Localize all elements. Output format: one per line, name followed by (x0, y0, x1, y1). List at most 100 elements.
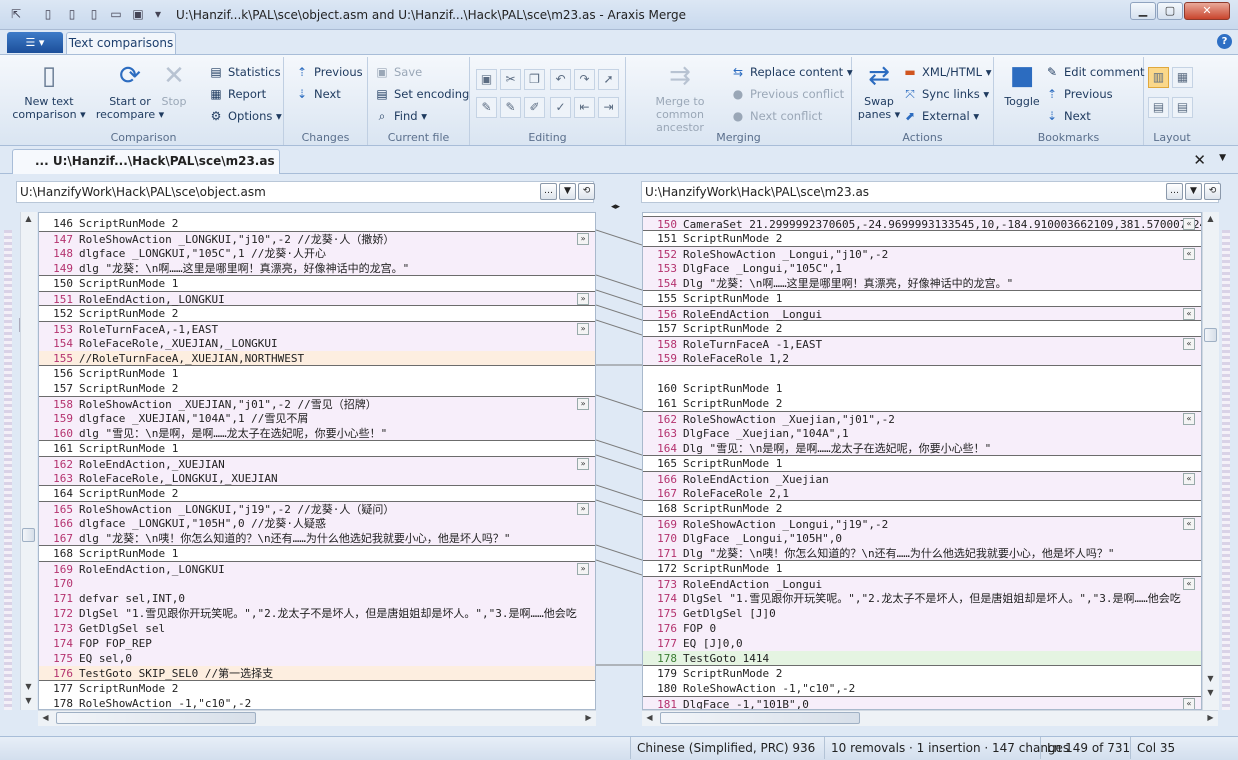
copy-left-icon[interactable]: « (1183, 578, 1195, 590)
copy-left-icon[interactable]: « (1183, 338, 1195, 350)
options-button[interactable]: ⚙ Options ▾ (208, 107, 282, 125)
sync-links-button[interactable]: ⤧ Sync links ▾ (902, 85, 989, 103)
code-line[interactable]: 161 ScriptRunMode 1 (39, 441, 595, 456)
code-line[interactable]: 152 RoleShowAction _Longui,"j10",-2 « (643, 246, 1201, 261)
code-line[interactable]: 159 dlgface _XUEJIAN,"104A",1 //雪见不屑 (39, 411, 595, 426)
right-browse-button[interactable]: … (1166, 183, 1183, 200)
toggle-bookmark-button[interactable]: ■ Toggle (998, 60, 1046, 108)
code-line[interactable]: 171 Dlg "龙葵：\n咦！你怎么知道的？\n还有……为什么他选妃我就要小心，… (643, 546, 1201, 561)
code-line[interactable]: 165 ScriptRunMode 1 (643, 456, 1201, 471)
code-line[interactable]: 155 //RoleTurnFaceA,_XUEJIAN,NORTHWEST (39, 351, 595, 366)
code-line[interactable]: 151 ScriptRunMode 2 (643, 231, 1201, 246)
code-line[interactable]: 165 RoleShowAction _LONGKUI,"j19",-2 //龙葵… (39, 501, 595, 516)
help-icon[interactable]: ? (1217, 34, 1232, 49)
copy-right-icon[interactable]: » (577, 503, 589, 515)
code-line[interactable]: 179 ScriptRunMode 2 (643, 666, 1201, 681)
paste-icon[interactable]: ▣ (476, 69, 497, 90)
new-file-icon[interactable]: ▯ (40, 6, 56, 22)
code-line[interactable]: 174 DlgSel "1.雪见跟你开玩笑呢。","2.龙太子不是坏人，但是唐姐姐… (643, 591, 1201, 606)
layout-side-by-side-icon[interactable]: ▥ (1148, 67, 1169, 88)
copy-left-icon[interactable]: « (1183, 518, 1195, 530)
code-line[interactable]: 167 dlg "龙葵：\n咦！你怎么知道的？\n还有……为什么他选妃我就要小心，… (39, 531, 595, 546)
right-vertical-scrollbar[interactable]: ▲ ▼ ▼ (1202, 212, 1219, 710)
open-folder-icon[interactable]: ▭ (108, 6, 124, 22)
code-line[interactable]: 152 ScriptRunMode 2 (39, 306, 595, 321)
copy-left-icon[interactable]: « (1183, 698, 1195, 709)
close-button[interactable]: ✕ (1184, 2, 1230, 20)
code-line[interactable]: 157 ScriptRunMode 2 (39, 381, 595, 396)
left-file-path[interactable]: U:\HanzifyWork\Hack\PAL\sce\object.asm (16, 181, 594, 203)
code-line[interactable]: 160 ScriptRunMode 1 (643, 381, 1201, 396)
code-line[interactable]: 154 RoleFaceRole,_XUEJIAN,_LONGKUI (39, 336, 595, 351)
indent-left-icon[interactable]: ⇤ (574, 97, 595, 118)
code-line[interactable]: 180 RoleShowAction -1,"c10",-2 (643, 681, 1201, 696)
code-line[interactable]: 166 dlgface _LONGKUI,"105H",0 //龙葵·人疑惑 (39, 516, 595, 531)
new-doc-icon[interactable]: ▯ (64, 6, 80, 22)
code-line[interactable]: 158 RoleShowAction _XUEJIAN,"j01",-2 //雪见… (39, 396, 595, 411)
code-line[interactable]: 168 ScriptRunMode 1 (39, 546, 595, 561)
stop-button[interactable]: ✕ Stop (156, 60, 192, 108)
code-line[interactable]: 154 Dlg "龙葵：\n啊……这里是哪里啊！真漂亮，好像神话中的龙宫。" (643, 276, 1201, 291)
code-line[interactable]: 151 RoleEndAction,_LONGKUI » (39, 291, 595, 306)
previous-change-button[interactable]: ⇡ Previous (294, 63, 363, 81)
copy-right-icon[interactable]: » (577, 398, 589, 410)
report-button[interactable]: ▦ Report (208, 85, 266, 103)
new-folder-doc-icon[interactable]: ▯ (86, 6, 102, 22)
right-text-pane[interactable]: 150 CameraSet 21.2999992370605,-24.969999… (642, 212, 1202, 710)
right-file-path[interactable]: U:\HanzifyWork\Hack\PAL\sce\m23.as (641, 181, 1219, 203)
code-line[interactable]: 170 (39, 576, 595, 591)
code-line[interactable]: 147 RoleShowAction _LONGKUI,"j10",-2 //龙葵… (39, 231, 595, 246)
copy-left-icon[interactable]: « (1183, 413, 1195, 425)
code-line[interactable]: 155 ScriptRunMode 1 (643, 291, 1201, 306)
left-text-pane[interactable]: 146 ScriptRunMode 2 147 RoleShowAction _LON… (38, 212, 596, 710)
pencil-icon[interactable]: ✎ (476, 97, 497, 118)
code-line[interactable]: 170 DlgFace _Longui,"105H",0 (643, 531, 1201, 546)
left-horizontal-scrollbar[interactable]: ◀ ▶ (38, 710, 596, 726)
left-vertical-scrollbar[interactable]: ▲ ▼ ▼ (20, 212, 37, 710)
code-line[interactable]: 169 RoleEndAction,_LONGKUI » (39, 561, 595, 576)
code-line[interactable]: 161 ScriptRunMode 2 (643, 396, 1201, 411)
document-tab[interactable]: ... U:\Hanzif...\Hack\PAL\sce\m23.as (12, 149, 280, 174)
layout-stacked-icon[interactable]: ▤ (1148, 97, 1169, 118)
code-line[interactable]: 146 ScriptRunMode 2 (39, 216, 595, 231)
code-line[interactable]: 149 dlg "龙葵：\n啊……这里是哪里啊！真漂亮，好像神话中的龙宫。" (39, 261, 595, 276)
code-line[interactable]: 181 DlgFace -1,"101B",0 « (643, 696, 1201, 709)
scroll-down-icon[interactable]: ▼ (21, 680, 36, 694)
code-line[interactable]: 172 DlgSel "1.雪见跟你开玩笑呢。","2.龙太子不是坏人，但是唐姐姐… (39, 606, 595, 621)
code-line[interactable]: 167 RoleFaceRole 2,1 (643, 486, 1201, 501)
maximize-button[interactable]: ▢ (1157, 2, 1183, 20)
code-line[interactable]: 173 RoleEndAction _Longui « (643, 576, 1201, 591)
code-line[interactable]: 168 ScriptRunMode 2 (643, 501, 1201, 516)
copy-right-icon[interactable]: » (577, 458, 589, 470)
save-quick-icon[interactable]: ▣ (130, 6, 146, 22)
statistics-button[interactable]: ▤ Statistics (208, 63, 280, 81)
set-encoding-button[interactable]: ▤ Set encoding (374, 85, 469, 103)
scroll-right-icon[interactable]: ▶ (581, 711, 596, 725)
next-change-button[interactable]: ⇣ Next (294, 85, 341, 103)
code-line[interactable]: 163 DlgFace _Xuejian,"104A",1 (643, 426, 1201, 441)
code-line[interactable]: 176 TestGoto SKIP_SEL0 //第一选择支 (39, 666, 595, 681)
replace-content-button[interactable]: ⇆ Replace content ▾ (730, 63, 853, 81)
code-line[interactable]: 164 Dlg "雪见：\n是啊，是啊……龙太子在选妃呢，你要小心些！" (643, 441, 1201, 456)
code-line[interactable]: 164 ScriptRunMode 2 (39, 486, 595, 501)
tab-text-comparisons[interactable]: Text comparisons (66, 32, 176, 55)
code-line[interactable]: 150 CameraSet 21.2999992370605,-24.969999… (643, 216, 1201, 231)
code-line[interactable]: 177 EQ [J]0,0 (643, 636, 1201, 651)
left-hscroll-thumb[interactable] (56, 712, 256, 724)
application-menu-button[interactable]: ☰ ▾ (7, 32, 63, 53)
right-hscroll-thumb[interactable] (660, 712, 860, 724)
code-line[interactable]: 174 FOP FOP_REP (39, 636, 595, 651)
copy-left-icon[interactable]: « (1183, 248, 1195, 260)
code-line[interactable]: 177 ScriptRunMode 2 (39, 681, 595, 696)
undo-icon[interactable]: ↶ (550, 69, 571, 90)
pencil-edit-icon[interactable]: ✎ (500, 97, 521, 118)
copy-right-icon[interactable]: » (577, 563, 589, 575)
code-line[interactable]: 153 DlgFace _Longui,"105C",1 (643, 261, 1201, 276)
left-vscroll-thumb[interactable] (22, 528, 35, 542)
select-cursor-icon[interactable]: ➚ (598, 69, 619, 90)
close-document-icon[interactable]: ✕ (1193, 151, 1206, 169)
copy-icon[interactable]: ❐ (524, 69, 545, 90)
swap-panes-button[interactable]: ⇄ Swap panes ▾ (856, 60, 902, 121)
scroll-left-icon[interactable]: ◀ (642, 711, 657, 725)
code-line[interactable]: 159 RoleFaceRole 1,2 (643, 351, 1201, 366)
